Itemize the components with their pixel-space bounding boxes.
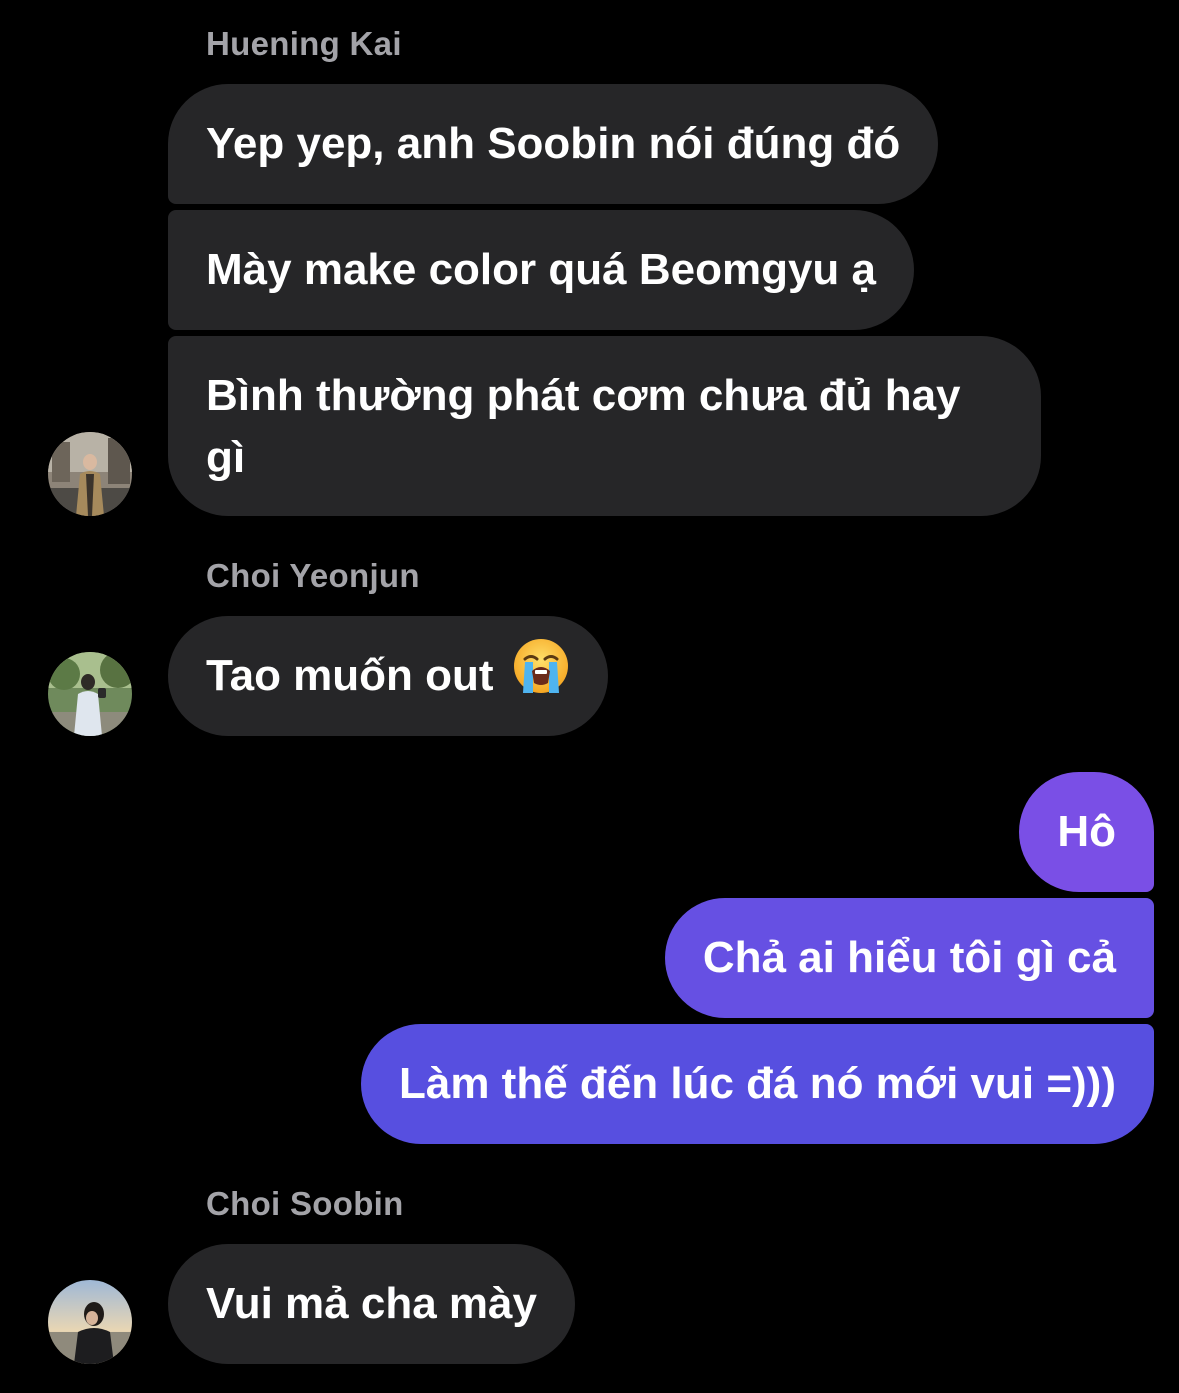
message-bubble-incoming[interactable]: Yep yep, anh Soobin nói đúng đó <box>168 84 939 204</box>
message-bubble-incoming[interactable]: Tao muốn out <box>168 616 608 736</box>
message-text: Làm thế đến lúc đá nó mới vui =))) <box>398 1059 1116 1108</box>
message-text: Mày make color quá Beomgyu ạ <box>206 245 876 294</box>
message-bubble-incoming[interactable]: Mày make color quá Beomgyu ạ <box>168 210 914 330</box>
avatar-choi-yeonjun[interactable] <box>48 652 132 736</box>
message-text: Chả ai hiểu tôi gì cả <box>702 933 1116 982</box>
avatar-photo-icon <box>48 432 132 516</box>
message-text: Hô <box>1057 807 1116 856</box>
message-bubble-incoming[interactable]: Bình thường phát cơm chưa đủ hay gì <box>168 336 1041 516</box>
message-bubble-outgoing[interactable]: Hô <box>1019 772 1154 892</box>
avatar-huening-kai[interactable] <box>48 432 132 516</box>
loudly-crying-face-emoji <box>512 637 570 712</box>
message-bubble-outgoing[interactable]: Chả ai hiểu tôi gì cả <box>664 898 1154 1018</box>
message-text: Bình thường phát cơm chưa đủ hay gì <box>206 371 961 482</box>
avatar-photo-icon <box>48 1280 132 1364</box>
sender-name-huening-kai: Huening Kai <box>206 25 402 62</box>
message-text: Yep yep, anh Soobin nói đúng đó <box>206 119 901 168</box>
avatar-photo-icon <box>48 652 132 736</box>
avatar-choi-soobin[interactable] <box>48 1280 132 1364</box>
message-bubble-outgoing[interactable]: Làm thế đến lúc đá nó mới vui =))) <box>360 1024 1154 1144</box>
sender-name-choi-yeonjun: Choi Yeonjun <box>206 557 420 594</box>
message-bubble-incoming[interactable]: Vui mả cha mày <box>168 1244 575 1364</box>
message-text: Tao muốn out <box>206 651 494 701</box>
message-text: Vui mả cha mày <box>206 1279 537 1328</box>
sender-name-choi-soobin: Choi Soobin <box>206 1185 404 1222</box>
